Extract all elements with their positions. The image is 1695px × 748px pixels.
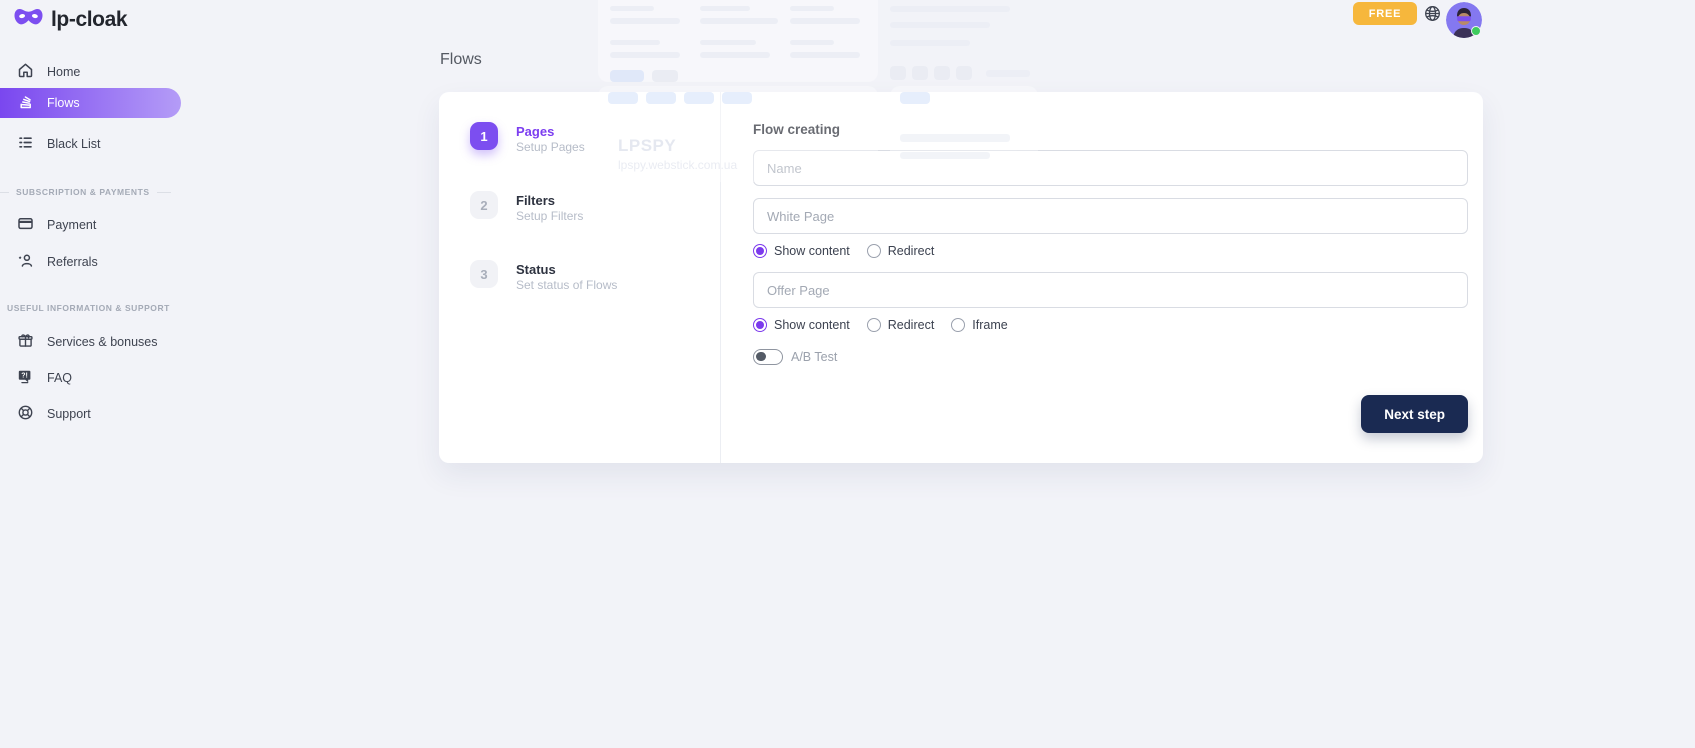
form-title: Flow creating (753, 122, 1468, 138)
language-globe-icon[interactable] (1424, 5, 1441, 22)
radio-label: Redirect (888, 244, 935, 258)
step-title: Status (516, 262, 617, 277)
radio-icon (951, 318, 965, 332)
online-status-dot (1471, 26, 1481, 36)
sidebar-item-referrals[interactable]: Referrals (0, 250, 181, 274)
white-page-options: Show content Redirect (753, 243, 1468, 258)
sidebar-item-label: Flows (47, 96, 80, 110)
white-page-input[interactable] (753, 198, 1468, 234)
step-subtitle: Setup Filters (516, 209, 583, 224)
offer-iframe-radio[interactable]: Iframe (951, 318, 1007, 332)
stepper-step-filters[interactable]: 2 Filters Setup Filters (470, 191, 720, 224)
sidebar-item-black-list[interactable]: Black List (0, 132, 181, 156)
gift-icon (17, 332, 34, 352)
offer-page-input[interactable] (753, 272, 1468, 308)
support-icon (17, 404, 34, 424)
ab-test-toggle[interactable] (753, 349, 783, 365)
payment-icon (17, 215, 34, 235)
blacklist-icon (17, 134, 34, 154)
sidebar-item-services[interactable]: Services & bonuses (0, 330, 181, 354)
ghost-panel (598, 0, 878, 82)
ab-test-row: A/B Test (753, 349, 1468, 365)
brand-logo[interactable]: lp-cloak (13, 7, 127, 33)
ab-test-label: A/B Test (791, 350, 837, 364)
sidebar-item-label: Black List (47, 137, 101, 151)
offer-redirect-radio[interactable]: Redirect (867, 318, 935, 332)
stepper-step-status[interactable]: 3 Status Set status of Flows (470, 260, 720, 293)
flow-creating-card: 1 Pages Setup Pages 2 Filters Setup Filt… (439, 92, 1483, 463)
step-number: 1 (470, 122, 498, 150)
flow-creating-form: Flow creating Show content Redirect Show… (721, 92, 1483, 463)
offer-page-options: Show content Redirect Iframe (753, 317, 1468, 332)
svg-text:?!: ?! (21, 373, 28, 380)
radio-icon (753, 244, 767, 258)
radio-label: Show content (774, 318, 850, 332)
page-title: Flows (440, 51, 482, 69)
sidebar-item-label: Support (47, 407, 91, 421)
radio-icon (867, 244, 881, 258)
radio-label: Iframe (972, 318, 1007, 332)
radio-icon (867, 318, 881, 332)
sidebar-section-subscription: SUBSCRIPTION & PAYMENTS (0, 186, 181, 198)
radio-icon (753, 318, 767, 332)
step-number: 2 (470, 191, 498, 219)
app-root: lp-cloak Home Flows (0, 0, 1695, 748)
step-number: 3 (470, 260, 498, 288)
sidebar-item-home[interactable]: Home (0, 60, 181, 84)
sidebar-item-support[interactable]: Support (0, 402, 181, 426)
flow-name-input[interactable] (753, 150, 1468, 186)
step-title: Pages (516, 124, 585, 139)
radio-label: Redirect (888, 318, 935, 332)
sidebar-item-flows[interactable]: Flows (0, 88, 181, 118)
mask-icon (13, 7, 44, 33)
brand-name: lp-cloak (51, 8, 127, 32)
offer-show-content-radio[interactable]: Show content (753, 318, 850, 332)
stepper-step-pages[interactable]: 1 Pages Setup Pages (470, 122, 720, 155)
sidebar-item-label: Services & bonuses (47, 335, 157, 349)
stepper: 1 Pages Setup Pages 2 Filters Setup Filt… (439, 92, 721, 463)
radio-label: Show content (774, 244, 850, 258)
white-redirect-radio[interactable]: Redirect (867, 244, 935, 258)
sidebar: lp-cloak Home Flows (0, 0, 181, 748)
step-title: Filters (516, 193, 583, 208)
sidebar-item-label: Home (47, 65, 80, 79)
sidebar-item-label: Referrals (47, 255, 98, 269)
step-subtitle: Set status of Flows (516, 278, 617, 293)
sidebar-item-label: FAQ (47, 371, 72, 385)
faq-icon: ?! (17, 368, 34, 388)
sidebar-item-faq[interactable]: ?! FAQ (0, 366, 181, 390)
referrals-icon (17, 252, 34, 272)
home-icon (17, 62, 34, 82)
plan-badge[interactable]: FREE (1353, 2, 1417, 25)
step-subtitle: Setup Pages (516, 140, 585, 155)
sidebar-item-payment[interactable]: Payment (0, 213, 181, 237)
sidebar-section-useful: USEFUL INFORMATION & SUPPORT (0, 302, 181, 314)
white-show-content-radio[interactable]: Show content (753, 244, 850, 258)
flows-icon (17, 93, 34, 113)
sidebar-item-label: Payment (47, 218, 96, 232)
next-step-button[interactable]: Next step (1361, 395, 1468, 433)
